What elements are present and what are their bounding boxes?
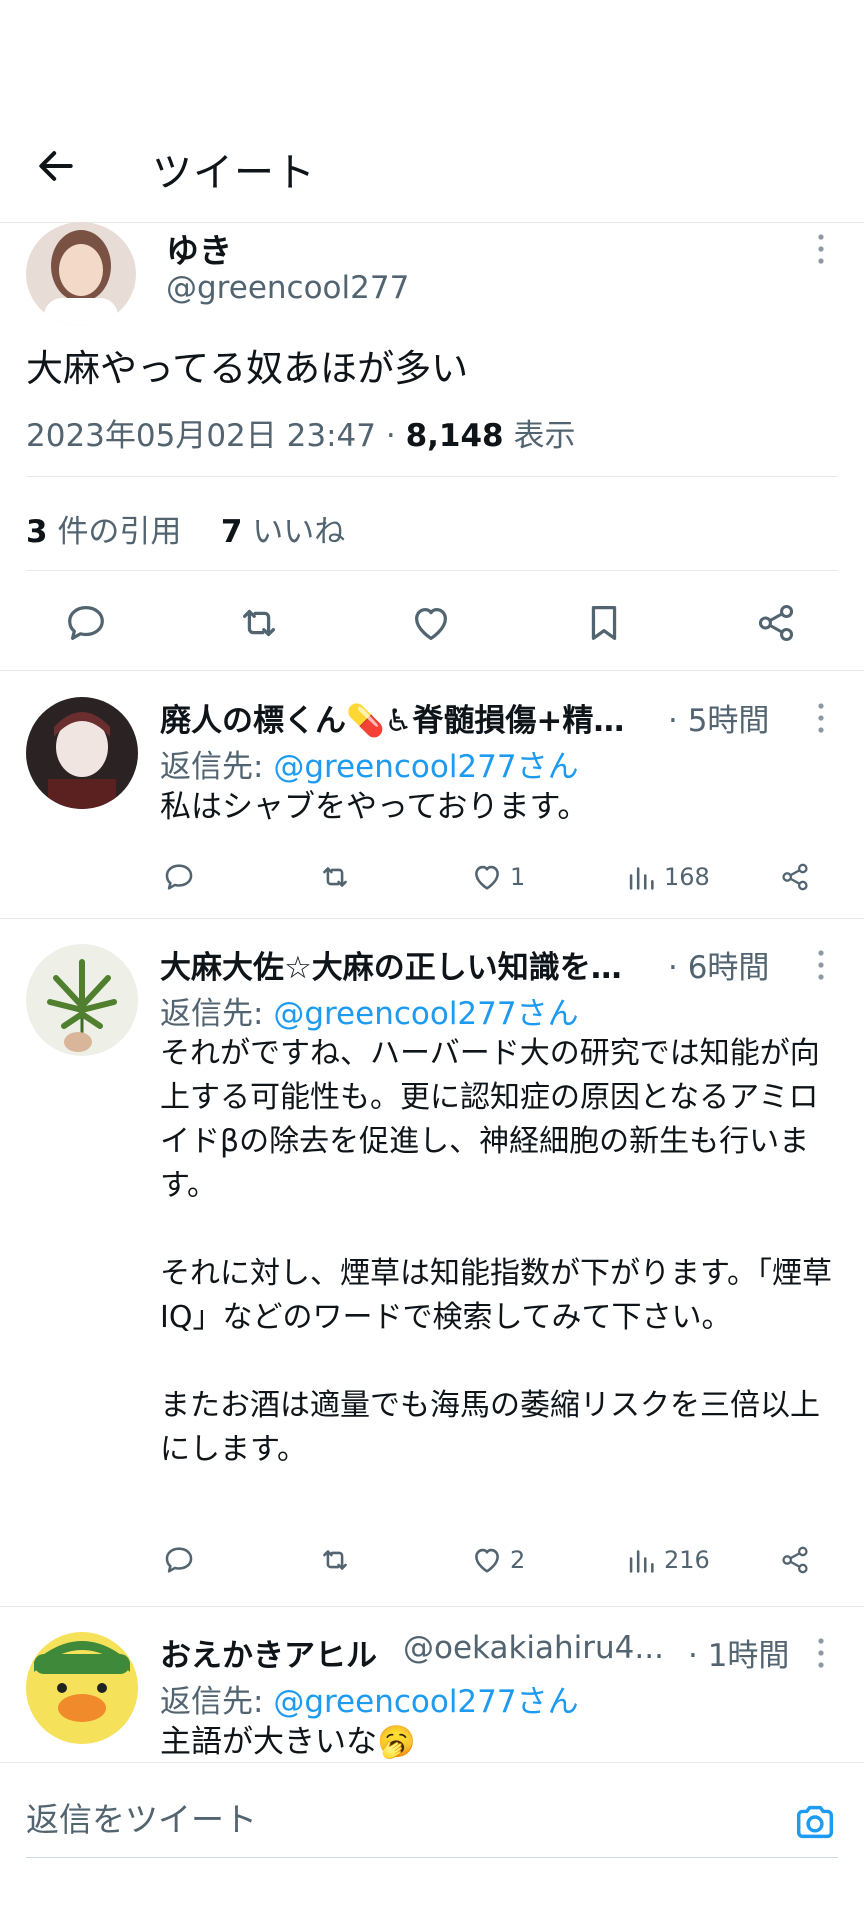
reply-display-name[interactable]: 廃人の標くん💊♿脊髄損傷+精… xyxy=(160,695,624,740)
divider xyxy=(26,476,838,477)
like-heart-icon[interactable] xyxy=(408,600,454,646)
view-count: 8,148 xyxy=(405,418,504,454)
quotes-count: 3 xyxy=(26,514,48,550)
reply-tweet[interactable]: 大麻大佐☆大麻の正しい知識を… · 6時間 返信先: @greencool277… xyxy=(0,918,864,1607)
like-count: 2 xyxy=(510,1546,526,1574)
views-chart-icon xyxy=(629,1550,654,1573)
quotes-link[interactable]: 3 件の引用 xyxy=(26,514,181,550)
reply-display-name[interactable]: 大麻大佐☆大麻の正しい知識を… xyxy=(160,942,622,987)
views-chart-icon xyxy=(629,867,654,890)
quotes-label: 件の引用 xyxy=(57,514,182,550)
views-button[interactable]: 216 xyxy=(624,1542,710,1578)
replying-to: 返信先: @greencool277さん xyxy=(160,1676,579,1721)
reply-time[interactable]: · 1時間 xyxy=(688,1630,789,1675)
like-button[interactable]: 1 xyxy=(470,859,525,895)
reply-button[interactable] xyxy=(162,859,196,895)
back-arrow-icon[interactable] xyxy=(34,144,78,188)
tweet-timestamp[interactable]: 2023年05月02日 23:47 xyxy=(26,418,376,454)
like-button[interactable]: 2 xyxy=(470,1542,525,1578)
replying-to-label: 返信先: xyxy=(160,996,274,1032)
reply-icon xyxy=(165,1547,193,1573)
view-label: 表示 xyxy=(513,418,576,454)
share-button[interactable] xyxy=(778,1542,812,1578)
reply-handle[interactable]: @oekakiahiru4... xyxy=(403,1630,663,1666)
main-tweet-text: 大麻やってる奴あほが多い xyxy=(26,347,469,390)
main-tweet-handle[interactable]: @greencool277 xyxy=(166,270,409,306)
like-count: 1 xyxy=(510,863,526,891)
camera-icon[interactable] xyxy=(792,1799,838,1845)
more-options-icon[interactable] xyxy=(811,1636,831,1670)
reply-text: 私はシャブをやっております。 xyxy=(160,789,589,825)
reply-icon xyxy=(165,864,193,890)
view-count: 168 xyxy=(664,863,710,891)
reply-composer: 返信をツイート xyxy=(0,1762,864,1921)
reply-input[interactable]: 返信をツイート xyxy=(26,1793,257,1841)
composer-underline xyxy=(26,1857,838,1858)
replying-to-label: 返信先: xyxy=(160,749,274,785)
likes-label: いいね xyxy=(252,514,346,550)
likes-link[interactable]: 7 いいね xyxy=(221,514,345,550)
replying-to-handle[interactable]: @greencool277さん xyxy=(273,996,578,1032)
retweet-button[interactable] xyxy=(318,1542,352,1578)
retweet-icon[interactable] xyxy=(236,600,282,646)
main-tweet-avatar[interactable] xyxy=(26,222,136,326)
replying-to-handle[interactable]: @greencool277さん xyxy=(273,1684,578,1720)
retweet-icon xyxy=(323,867,347,887)
heart-icon xyxy=(475,865,499,890)
reply-button[interactable] xyxy=(162,1542,196,1578)
divider xyxy=(26,570,838,571)
reply-text: 主語が大きいな🥱 xyxy=(160,1724,416,1760)
tweet-meta: 2023年05月02日 23:47 · 8,148 表示 xyxy=(26,410,575,455)
reply-display-name[interactable]: おえかきアヒル xyxy=(160,1630,377,1675)
more-options-icon[interactable] xyxy=(811,948,831,982)
reply-text: それがですね、ハーバード大の研究では知能が向上する可能性も。更に認知症の原因とな… xyxy=(160,1036,832,1467)
bookmark-icon[interactable] xyxy=(581,600,627,646)
share-icon[interactable] xyxy=(753,600,799,646)
views-button[interactable]: 168 xyxy=(624,859,710,895)
retweet-icon xyxy=(323,1550,347,1570)
view-count: 216 xyxy=(664,1546,710,1574)
replying-to-label: 返信先: xyxy=(160,1684,274,1720)
reply-tweet[interactable]: おえかきアヒル @oekakiahiru4... · 1時間 返信先: @gre… xyxy=(0,1606,864,1762)
more-options-icon[interactable] xyxy=(811,232,831,266)
reply-avatar[interactable] xyxy=(26,697,138,809)
likes-count: 7 xyxy=(220,514,243,550)
replying-to: 返信先: @greencool277さん xyxy=(160,741,579,786)
main-tweet-display-name[interactable]: ゆき xyxy=(166,224,232,272)
top-bar: ツイート xyxy=(0,110,864,223)
heart-icon xyxy=(475,1548,499,1573)
page-title: ツイート xyxy=(152,150,316,196)
engagement-stats: 3 件の引用 7 いいね xyxy=(26,506,345,551)
reply-tweet[interactable]: 廃人の標くん💊♿脊髄損傷+精… · 5時間 返信先: @greencool277… xyxy=(0,671,864,919)
share-icon xyxy=(782,1546,808,1574)
retweet-button[interactable] xyxy=(318,859,352,895)
share-icon xyxy=(782,863,808,891)
meta-separator: · xyxy=(385,418,396,454)
reply-avatar[interactable] xyxy=(26,1632,138,1744)
replying-to: 返信先: @greencool277さん xyxy=(160,988,579,1033)
reply-time[interactable]: · 6時間 xyxy=(668,942,769,987)
share-button[interactable] xyxy=(778,859,812,895)
more-options-icon[interactable] xyxy=(811,701,831,735)
replying-to-handle[interactable]: @greencool277さん xyxy=(273,749,578,785)
reply-icon[interactable] xyxy=(63,600,109,646)
reply-avatar[interactable] xyxy=(26,944,138,1056)
reply-time[interactable]: · 5時間 xyxy=(668,695,769,740)
